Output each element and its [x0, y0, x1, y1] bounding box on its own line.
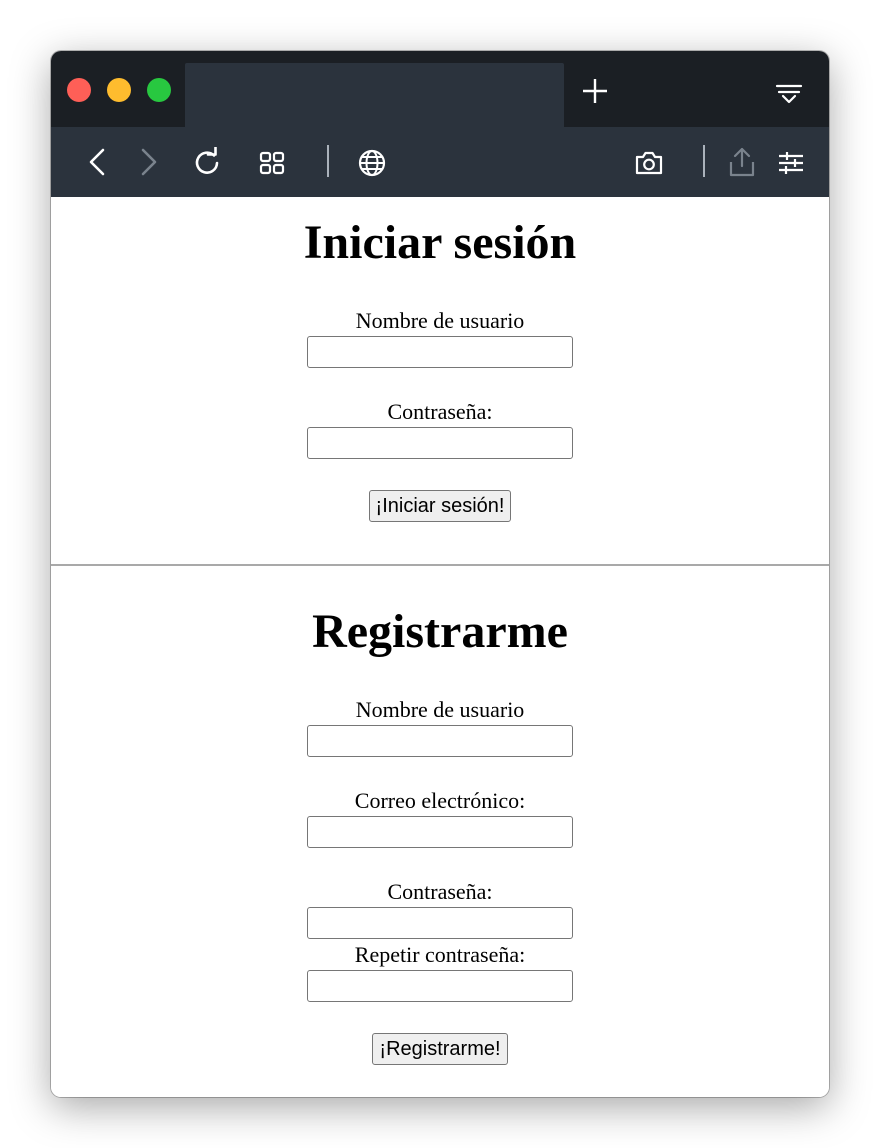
- login-title: Iniciar sesión: [303, 216, 577, 269]
- register-username-input[interactable]: [307, 725, 573, 757]
- reload-button[interactable]: [189, 145, 225, 181]
- camera-icon: [635, 151, 663, 175]
- zoom-window-button[interactable]: [147, 78, 171, 102]
- register-password-input[interactable]: [307, 907, 573, 939]
- reload-icon: [195, 147, 219, 174]
- register-title: Registrarme: [312, 605, 568, 658]
- forward-button[interactable]: [131, 145, 165, 179]
- settings-button[interactable]: [773, 145, 809, 181]
- register-repeat-password-input[interactable]: [307, 970, 573, 1002]
- browser-toolbar: [51, 127, 829, 197]
- tab-list-icon: [775, 84, 803, 104]
- login-password-label: Contraseña:: [387, 399, 493, 424]
- tabs-grid-icon: [259, 151, 285, 175]
- toolbar-divider: [327, 145, 329, 177]
- globe-icon: [358, 149, 386, 177]
- login-username-input[interactable]: [307, 336, 573, 368]
- new-tab-button[interactable]: [579, 75, 611, 107]
- active-tab[interactable]: [185, 63, 564, 127]
- register-submit-button[interactable]: ¡Registrarme!: [372, 1033, 508, 1065]
- register-email-label: Correo electrónico:: [354, 788, 526, 813]
- close-window-button[interactable]: [67, 78, 91, 102]
- share-button[interactable]: [724, 143, 760, 181]
- address-globe-button[interactable]: [354, 145, 390, 181]
- plus-icon: [583, 79, 607, 103]
- screenshot-button[interactable]: [630, 145, 668, 181]
- login-username-label: Nombre de usuario: [355, 308, 525, 333]
- register-repeat-password-label: Repetir contraseña:: [354, 942, 526, 967]
- back-icon: [89, 148, 105, 176]
- register-password-label: Contraseña:: [387, 879, 493, 904]
- back-button[interactable]: [81, 145, 115, 179]
- tab-list-button[interactable]: [771, 75, 807, 111]
- login-submit-button[interactable]: ¡Iniciar sesión!: [368, 490, 512, 522]
- login-password-input[interactable]: [307, 427, 573, 459]
- forward-icon: [141, 148, 157, 176]
- register-username-label: Nombre de usuario: [355, 697, 525, 722]
- browser-window: Iniciar sesión Nombre de usuario Contras…: [51, 51, 829, 1097]
- share-icon: [729, 147, 755, 177]
- page-content: Iniciar sesión Nombre de usuario Contras…: [51, 197, 829, 1097]
- settings-sliders-icon: [779, 152, 803, 174]
- minimize-window-button[interactable]: [107, 78, 131, 102]
- section-divider: [51, 564, 829, 566]
- register-email-input[interactable]: [307, 816, 573, 848]
- tabs-overview-button[interactable]: [254, 145, 290, 181]
- toolbar-divider-2: [703, 145, 705, 177]
- tab-bar: [51, 51, 829, 127]
